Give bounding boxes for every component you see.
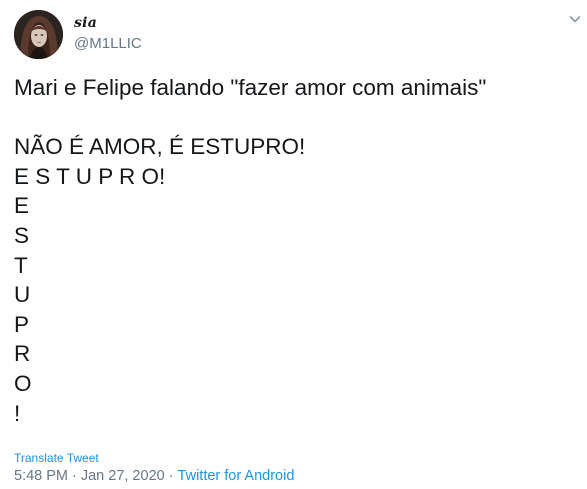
tweet-client-link[interactable]: Twitter for Android: [178, 468, 295, 484]
tweet-text: Mari e Felipe falando "fazer amor com an…: [14, 75, 487, 426]
separator: ·: [72, 468, 77, 484]
avatar[interactable]: [14, 10, 63, 59]
tweet-date[interactable]: Jan 27, 2020: [81, 468, 165, 484]
tweet-card: sia @M1LLIC Mari e Felipe falando "fazer…: [0, 0, 587, 489]
chevron-down-icon[interactable]: [568, 12, 582, 26]
avatar-image: [14, 10, 63, 59]
tweet-metadata: 5:48 PM · Jan 27, 2020 · Twitter for Android: [14, 467, 294, 485]
display-name[interactable]: sia: [74, 14, 97, 32]
user-handle[interactable]: @M1LLIC: [74, 35, 142, 53]
tweet-time[interactable]: 5:48 PM: [14, 468, 68, 484]
translate-tweet-link[interactable]: Translate Tweet: [14, 451, 99, 466]
separator: ·: [168, 468, 174, 484]
